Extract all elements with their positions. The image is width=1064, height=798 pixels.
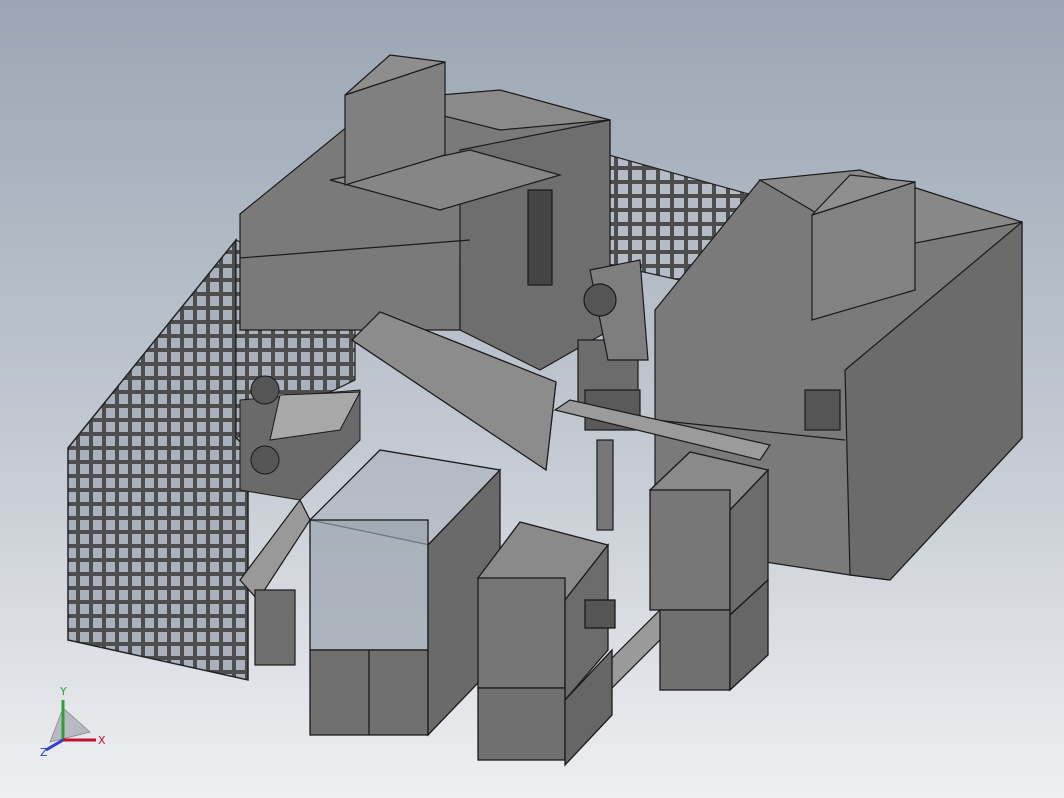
pallet-station xyxy=(239,375,361,501)
process-cabinet-center xyxy=(476,521,616,767)
z-axis-arrow xyxy=(45,738,64,752)
inspection-cabinet-left xyxy=(308,449,502,737)
cnc-machine-left xyxy=(239,54,611,371)
z-axis-label: Z xyxy=(40,746,48,759)
x-axis-label: X xyxy=(98,734,106,747)
assembly-model[interactable] xyxy=(0,0,1064,798)
coordinate-triad-icon: Y X Z xyxy=(40,685,106,759)
y-axis-label: Y xyxy=(59,685,67,698)
process-cabinet-right xyxy=(648,451,770,692)
3d-viewport[interactable]: Y X Z xyxy=(0,0,1064,798)
